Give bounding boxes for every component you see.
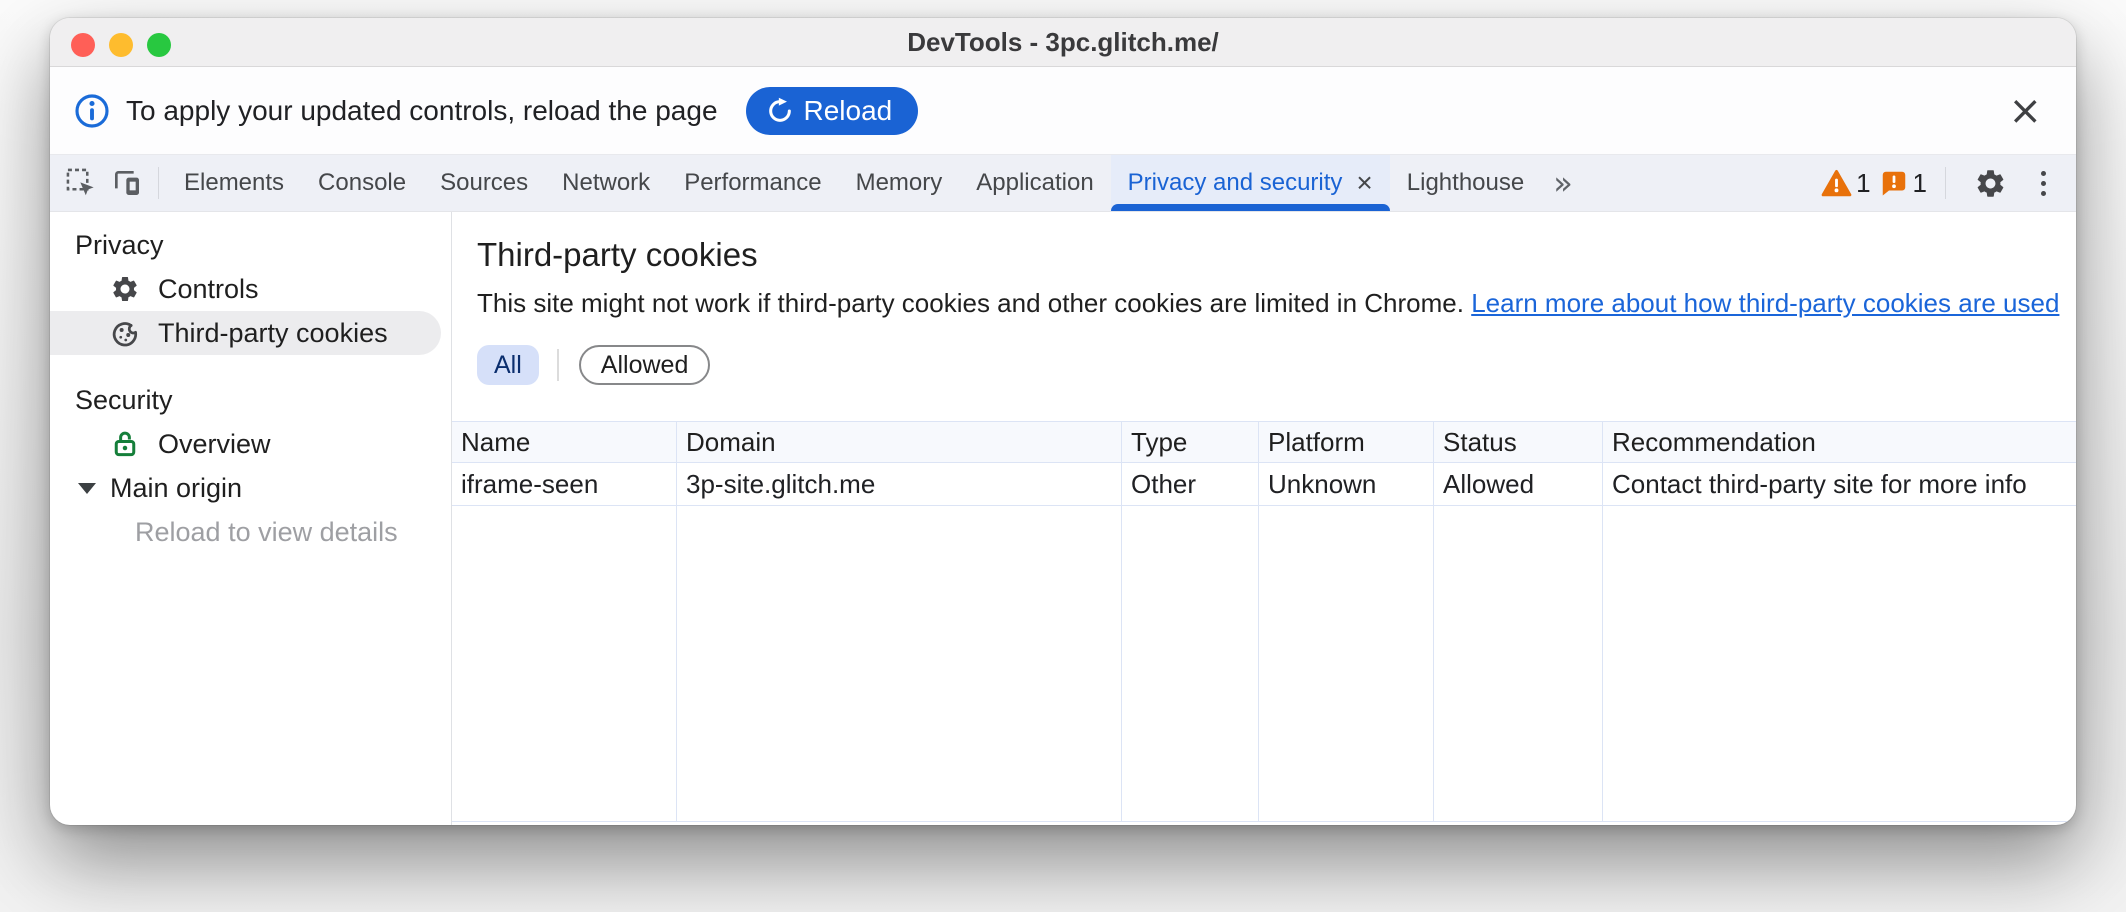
privacy-security-sidebar: Privacy Controls Third-party cookies xyxy=(50,212,452,825)
panel-header: Third-party cookies This site might not … xyxy=(452,212,2076,385)
more-tabs-icon[interactable]: » xyxy=(1541,155,1585,211)
tab-elements[interactable]: Elements xyxy=(167,155,301,211)
reload-button-label: Reload xyxy=(804,95,893,127)
filter-all-chip[interactable]: All xyxy=(477,345,539,385)
traffic-lights xyxy=(71,33,171,57)
column-header-name[interactable]: Name xyxy=(452,422,677,463)
warning-count: 1 xyxy=(1856,168,1870,199)
gear-icon xyxy=(1974,167,2007,200)
close-infobar-icon[interactable]: × xyxy=(2008,91,2042,131)
issues-icon xyxy=(1879,168,1909,198)
tab-network[interactable]: Network xyxy=(545,155,667,211)
page-title: Third-party cookies xyxy=(477,236,2076,274)
tab-label: Privacy and security xyxy=(1128,169,1343,197)
infobar-message: To apply your updated controls, reload t… xyxy=(126,95,718,127)
tab-application[interactable]: Application xyxy=(959,155,1110,211)
tab-console[interactable]: Console xyxy=(301,155,423,211)
titlebar: DevTools - 3pc.glitch.me/ xyxy=(50,18,2076,67)
sidebar-section-security: Security xyxy=(50,378,451,422)
chip-divider xyxy=(557,349,559,381)
close-tab-icon[interactable]: × xyxy=(1356,167,1372,199)
tab-performance[interactable]: Performance xyxy=(667,155,838,211)
reload-to-view-details-hint: Reload to view details xyxy=(50,510,451,554)
panel-description: This site might not work if third-party … xyxy=(477,288,2076,319)
sidebar-item-controls[interactable]: Controls xyxy=(50,267,451,311)
zoom-window-button[interactable] xyxy=(147,33,171,57)
tab-lighthouse[interactable]: Lighthouse xyxy=(1390,155,1541,211)
sidebar-item-main-origin[interactable]: Main origin xyxy=(50,466,451,510)
table-cell-domain[interactable]: 3p-site.glitch.me xyxy=(677,463,1122,506)
more-options-icon[interactable] xyxy=(2025,171,2062,196)
table-empty-column xyxy=(1122,506,1259,821)
table-cell-recommendation[interactable]: Contact third-party site for more info xyxy=(1603,463,2076,506)
reload-button[interactable]: Reload xyxy=(746,87,919,135)
toolbar-status-area: 1 1 xyxy=(1821,155,2076,211)
table-cell-status[interactable]: Allowed xyxy=(1434,463,1603,506)
tab-label: Performance xyxy=(684,169,821,197)
table-empty-column xyxy=(677,506,1122,821)
sidebar-item-label: Third-party cookies xyxy=(158,318,388,349)
tab-label: Lighthouse xyxy=(1407,169,1524,197)
description-text: This site might not work if third-party … xyxy=(477,288,1464,318)
third-party-cookies-panel: Third-party cookies This site might not … xyxy=(452,212,2076,825)
tab-label: Memory xyxy=(856,169,943,197)
learn-more-link[interactable]: Learn more about how third-party cookies… xyxy=(1471,288,2059,318)
cookie-icon xyxy=(110,318,140,348)
filter-allowed-chip[interactable]: Allowed xyxy=(579,345,711,385)
sidebar-item-label: Main origin xyxy=(110,473,242,504)
column-header-platform[interactable]: Platform xyxy=(1259,422,1434,463)
column-header-recommendation[interactable]: Recommendation xyxy=(1603,422,2076,463)
table-cell-platform[interactable]: Unknown xyxy=(1259,463,1434,506)
devtools-toolbar: Elements Console Sources Network Perform… xyxy=(50,155,2076,212)
table-empty-column xyxy=(1603,506,2076,821)
reload-infobar: To apply your updated controls, reload t… xyxy=(50,67,2076,155)
sidebar-item-overview[interactable]: Overview xyxy=(50,422,451,466)
table-empty-column xyxy=(1434,506,1603,821)
sidebar-item-label: Overview xyxy=(158,429,271,460)
table-empty-column xyxy=(1259,506,1434,821)
lock-icon xyxy=(110,429,140,459)
tab-privacy-and-security[interactable]: Privacy and security × xyxy=(1111,155,1390,211)
toolbar-divider xyxy=(158,167,159,199)
tab-sources[interactable]: Sources xyxy=(423,155,545,211)
selected-tab-underline xyxy=(1111,204,1390,211)
sidebar-item-label: Controls xyxy=(158,274,259,305)
issue-count: 1 xyxy=(1913,168,1927,199)
table-empty-column xyxy=(452,506,677,821)
inspect-cursor-icon xyxy=(65,167,97,199)
minimize-window-button[interactable] xyxy=(109,33,133,57)
column-header-status[interactable]: Status xyxy=(1434,422,1603,463)
info-icon xyxy=(74,93,110,129)
inspect-element-button[interactable] xyxy=(58,155,104,211)
table-cell-type[interactable]: Other xyxy=(1122,463,1259,506)
column-header-domain[interactable]: Domain xyxy=(677,422,1122,463)
tab-label: Elements xyxy=(184,169,284,197)
window-title: DevTools - 3pc.glitch.me/ xyxy=(907,27,1219,58)
refresh-icon xyxy=(766,97,794,125)
status-divider xyxy=(1945,167,1946,199)
device-toolbar-button[interactable] xyxy=(104,155,150,211)
table-cell-name[interactable]: iframe-seen xyxy=(452,463,677,506)
tab-memory[interactable]: Memory xyxy=(839,155,960,211)
close-window-button[interactable] xyxy=(71,33,95,57)
tab-label: Console xyxy=(318,169,406,197)
panel-content: Privacy Controls Third-party cookies xyxy=(50,212,2076,825)
triangle-down-icon xyxy=(78,483,96,494)
filter-chips: All Allowed xyxy=(477,345,2076,385)
warning-triangle-icon xyxy=(1821,168,1852,199)
tab-label: Application xyxy=(976,169,1093,197)
column-header-type[interactable]: Type xyxy=(1122,422,1259,463)
sidebar-section-privacy: Privacy xyxy=(50,223,451,267)
tab-label: Sources xyxy=(440,169,528,197)
sidebar-gap xyxy=(50,355,451,378)
tab-label: Network xyxy=(562,169,650,197)
devtools-window: DevTools - 3pc.glitch.me/ To apply your … xyxy=(50,18,2076,825)
device-toolbar-icon xyxy=(111,167,143,199)
cookies-table: Name Domain Type Platform Status Recomme… xyxy=(452,421,2076,822)
sidebar-item-third-party-cookies[interactable]: Third-party cookies xyxy=(50,311,441,355)
warnings-indicator[interactable]: 1 xyxy=(1821,168,1870,199)
gear-icon xyxy=(110,274,140,304)
issues-indicator[interactable]: 1 xyxy=(1879,168,1927,199)
settings-button[interactable] xyxy=(1964,167,2017,200)
